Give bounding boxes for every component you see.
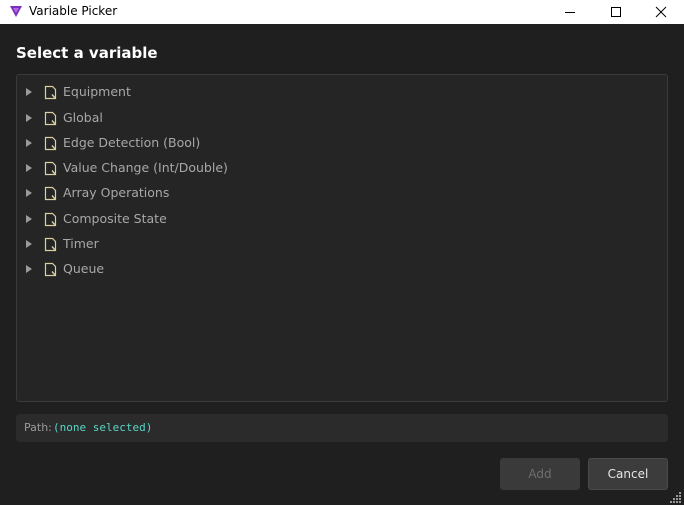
expand-arrow-icon[interactable]: [26, 114, 32, 122]
tree-item-label: Value Change (Int/Double): [63, 160, 228, 175]
maximize-icon: [611, 7, 621, 17]
expand-arrow-icon[interactable]: [26, 164, 32, 172]
expand-arrow-icon[interactable]: [26, 240, 32, 248]
variable-tree[interactable]: Equipment Global Edge Detection (Bool) V…: [16, 74, 668, 402]
resize-grip-icon[interactable]: [670, 491, 682, 503]
folder-document-icon: [44, 186, 57, 201]
close-icon: [655, 6, 667, 18]
folder-document-icon: [44, 85, 57, 100]
tree-item-timer[interactable]: Timer: [17, 232, 667, 256]
minimize-icon: [565, 12, 575, 13]
folder-document-icon: [44, 262, 57, 277]
variable-picker-window: Variable Picker Select a variable Equipm…: [0, 0, 684, 505]
tree-item-array-operations[interactable]: Array Operations: [17, 181, 667, 205]
page-title: Select a variable: [16, 44, 158, 62]
v-logo-icon: [10, 6, 22, 17]
tree-item-label: Composite State: [63, 211, 167, 226]
title-bar[interactable]: Variable Picker: [0, 0, 684, 24]
expand-arrow-icon[interactable]: [26, 139, 32, 147]
window-title: Variable Picker: [29, 4, 118, 18]
tree-item-equipment[interactable]: Equipment: [17, 80, 667, 104]
minimize-button[interactable]: [547, 0, 593, 24]
tree-item-composite-state[interactable]: Composite State: [17, 207, 667, 231]
tree-item-label: Array Operations: [63, 185, 170, 200]
tree-item-queue[interactable]: Queue: [17, 257, 667, 281]
cancel-button[interactable]: Cancel: [588, 458, 668, 490]
folder-document-icon: [44, 111, 57, 126]
expand-arrow-icon[interactable]: [26, 88, 32, 96]
tree-item-edge-detection[interactable]: Edge Detection (Bool): [17, 131, 667, 155]
close-button[interactable]: [638, 0, 684, 24]
expand-arrow-icon[interactable]: [26, 215, 32, 223]
tree-item-value-change[interactable]: Value Change (Int/Double): [17, 156, 667, 180]
tree-item-global[interactable]: Global: [17, 106, 667, 130]
tree-item-label: Timer: [63, 236, 99, 251]
maximize-button[interactable]: [593, 0, 639, 24]
tree-item-label: Edge Detection (Bool): [63, 135, 201, 150]
expand-arrow-icon[interactable]: [26, 189, 32, 197]
expand-arrow-icon[interactable]: [26, 265, 32, 273]
folder-document-icon: [44, 237, 57, 252]
path-bar: Path: (none selected): [16, 414, 668, 442]
path-value: (none selected): [53, 421, 153, 434]
folder-document-icon: [44, 212, 57, 227]
folder-document-icon: [44, 136, 57, 151]
tree-item-label: Equipment: [63, 84, 131, 99]
path-label: Path:: [24, 421, 52, 434]
add-button[interactable]: Add: [500, 458, 580, 490]
tree-item-label: Queue: [63, 261, 105, 276]
tree-item-label: Global: [63, 110, 103, 125]
folder-document-icon: [44, 161, 57, 176]
